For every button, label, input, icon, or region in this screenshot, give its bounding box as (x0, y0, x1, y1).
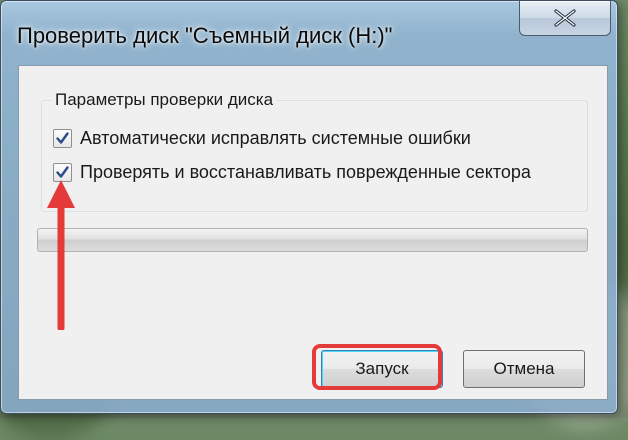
close-button[interactable] (519, 1, 611, 36)
check-options-legend: Параметры проверки диска (51, 90, 278, 110)
option-recover-sectors[interactable]: Проверять и восстанавливать поврежденные… (53, 162, 531, 183)
dialog-title: Проверить диск "Съемный диск (H:)" (17, 23, 393, 48)
check-options-group (41, 100, 588, 212)
start-button-highlight (312, 344, 442, 390)
progress-bar (37, 228, 588, 252)
red-arrow-icon (47, 180, 75, 330)
cancel-button[interactable]: Отмена (463, 350, 585, 388)
title-bar[interactable]: Проверить диск "Съемный диск (H:)" (1, 1, 617, 61)
check-disk-dialog: Проверить диск "Съемный диск (H:)" Парам… (0, 0, 618, 414)
close-icon (554, 9, 576, 27)
option-fix-errors[interactable]: Автоматически исправлять системные ошибк… (53, 128, 471, 149)
fix-errors-label[interactable]: Автоматически исправлять системные ошибк… (80, 128, 471, 149)
fix-errors-checkbox[interactable] (53, 129, 72, 148)
recover-sectors-label[interactable]: Проверять и восстанавливать поврежденные… (80, 162, 531, 183)
checkmark-icon (56, 132, 69, 144)
